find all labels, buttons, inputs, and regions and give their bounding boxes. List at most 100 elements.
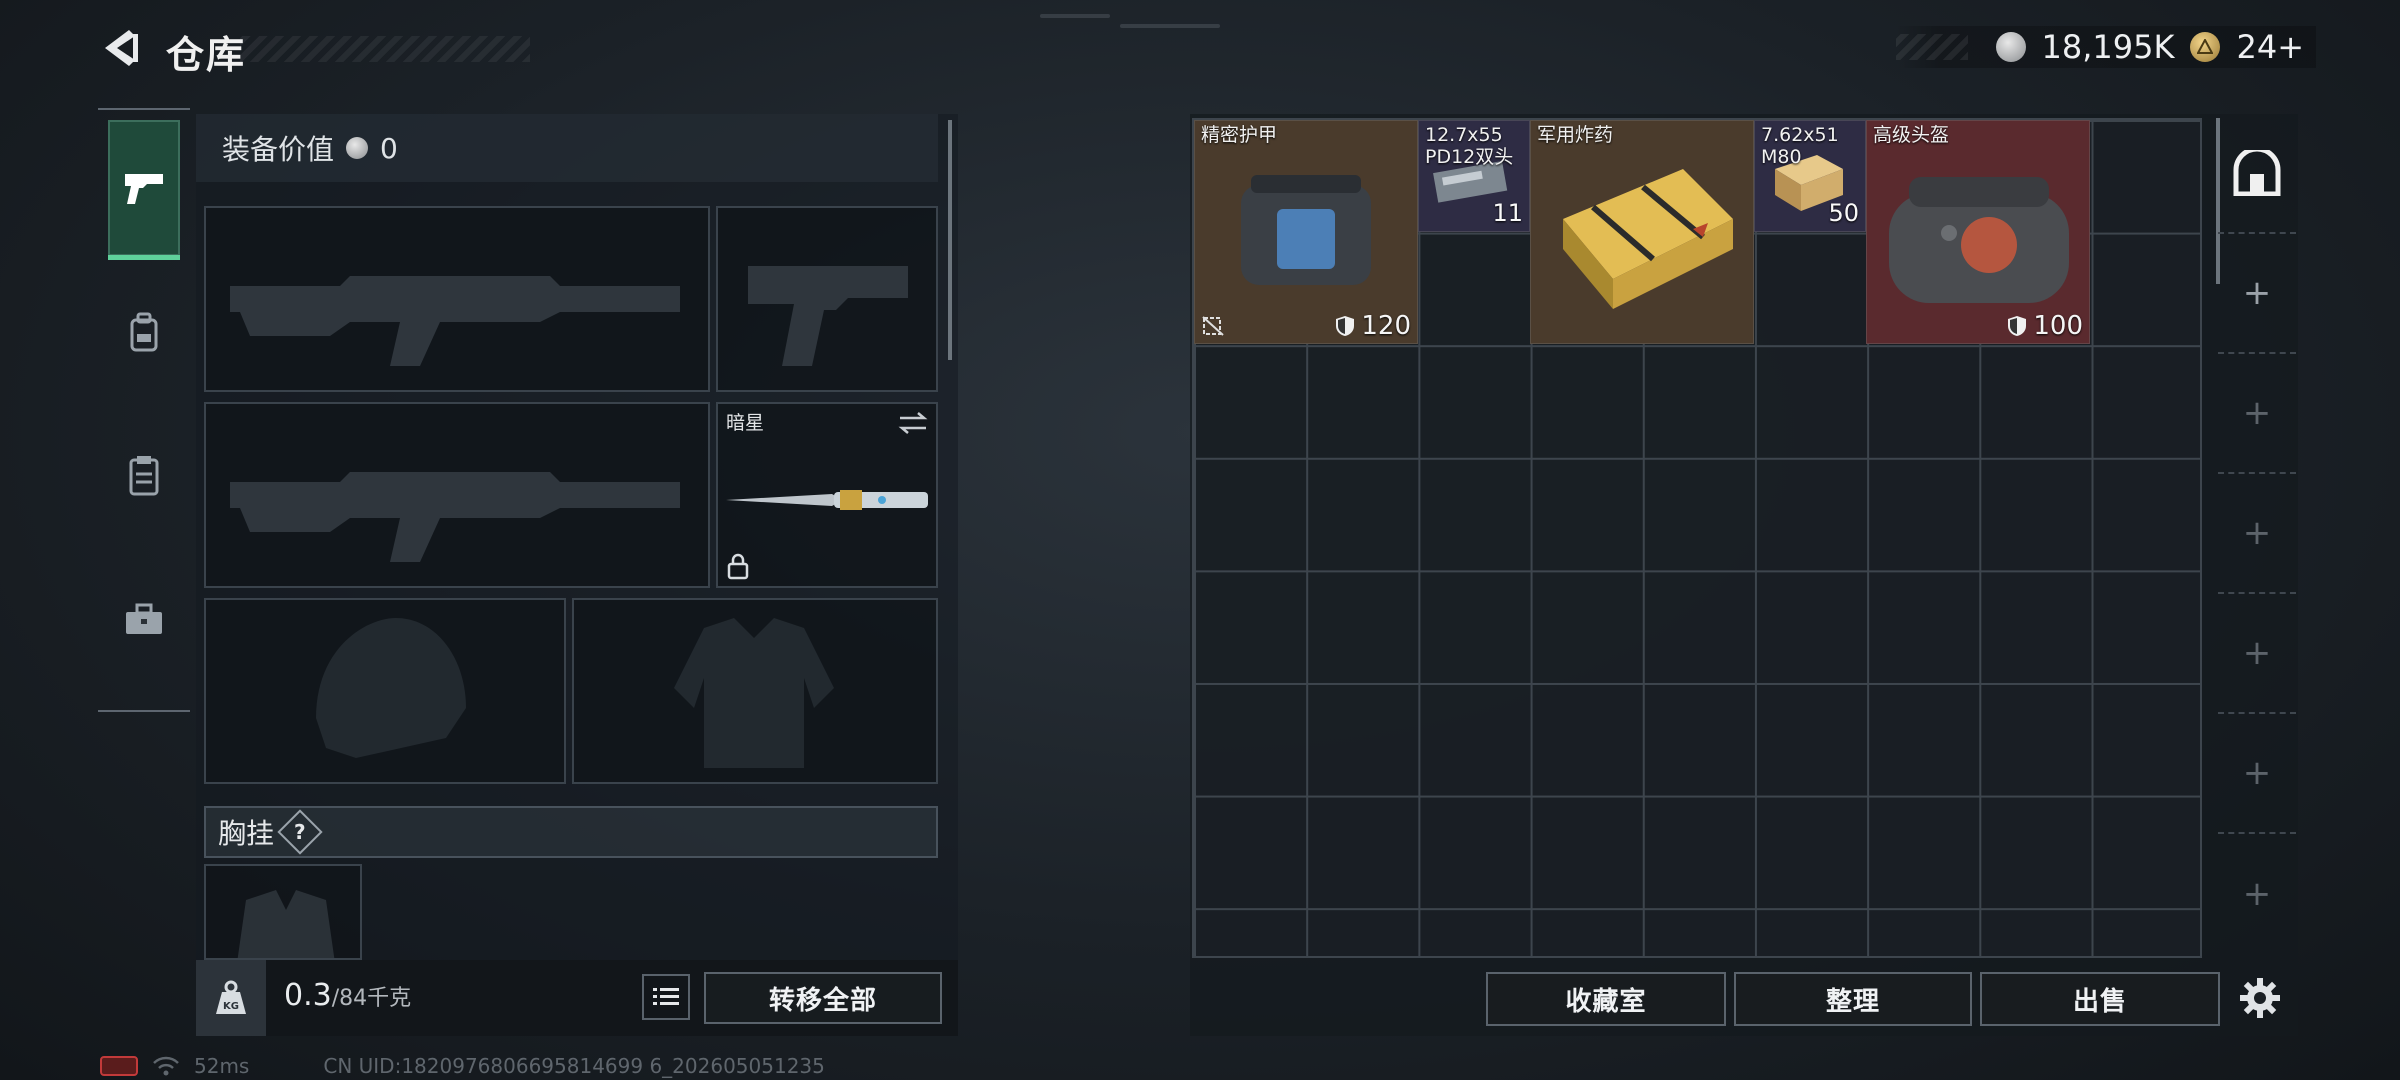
equipment-value: 装备价值 0 <box>196 114 938 182</box>
equip-value-label: 装备价值 <box>222 133 335 166</box>
add-container-button[interactable]: + <box>2218 594 2296 714</box>
gold-balance[interactable]: 24+ <box>2236 28 2304 66</box>
silver-coin-icon <box>346 137 369 159</box>
tab-divider <box>98 108 190 110</box>
list-view-button[interactable] <box>642 974 690 1020</box>
add-container-button[interactable]: + <box>2218 234 2296 354</box>
stash-item-ammo-762[interactable]: 7.62x51 M80 50 <box>1754 120 1866 232</box>
weight-current: 0.3 <box>284 978 332 1013</box>
collection-room-button[interactable]: 收藏室 <box>1486 972 1726 1026</box>
helmet-slot[interactable] <box>204 598 566 784</box>
wifi-icon <box>153 1056 179 1076</box>
tab-vest[interactable] <box>108 408 180 544</box>
loadout-bottom-bar: KG 0.3/84千克 转移全部 <box>196 960 958 1036</box>
back-button[interactable] <box>96 24 142 72</box>
background-streak <box>1120 24 1220 28</box>
category-tabs <box>98 108 190 712</box>
ping-value: 52ms <box>194 1054 250 1078</box>
armor-item-icon <box>1241 175 1371 285</box>
knife-icon <box>726 490 928 510</box>
gear-icon[interactable] <box>2238 976 2282 1020</box>
currency-decoration <box>1896 34 1968 60</box>
background-streak <box>1040 14 1110 18</box>
chest-rig-slot[interactable] <box>204 864 362 960</box>
stash-item-armor[interactable]: 精密护甲 120 <box>1194 120 1418 344</box>
chest-rig-header: 胸挂 ? <box>204 806 938 858</box>
page-title: 仓库 <box>166 33 247 77</box>
stash-item-explosives[interactable]: 军用炸药 <box>1530 120 1754 344</box>
chest-rig-silhouette-icon <box>237 890 335 958</box>
tab-backpack[interactable] <box>108 264 180 400</box>
gold-token-icon <box>2190 32 2221 62</box>
stash-panel: 精密护甲 120 12.7x55 PD12双头 11 军用炸药 7.62x51 … <box>1190 114 2298 1036</box>
plus-icon: + <box>2242 273 2272 313</box>
rifle-silhouette-icon <box>230 276 680 366</box>
sidearm-slot[interactable] <box>716 206 938 392</box>
status-bar: 52ms CN UID:1820976806695814699 6_202605… <box>100 1054 825 1078</box>
shield-icon <box>1336 316 1355 336</box>
safe-box-button[interactable] <box>2218 114 2296 234</box>
pistol-icon <box>125 174 163 204</box>
backpack-icon <box>130 312 158 352</box>
item-name: 军用炸药 <box>1537 124 1614 146</box>
transfer-all-button[interactable]: 转移全部 <box>704 972 942 1024</box>
user-uid: CN UID:1820976806695814699 6_20260505123… <box>323 1054 825 1078</box>
item-durability: 120 <box>1335 311 1411 341</box>
weight-icon: KG <box>196 960 266 1036</box>
shield-icon <box>2008 316 2027 336</box>
item-count: 11 <box>1492 199 1523 227</box>
add-container-button[interactable]: + <box>2218 714 2296 834</box>
add-container-button[interactable]: + <box>2218 474 2296 594</box>
add-container-button[interactable]: + <box>2218 834 2296 954</box>
plus-icon: + <box>2242 874 2272 914</box>
melee-name: 暗星 <box>726 412 765 434</box>
loadout-panel: 装备价值 0 暗星 胸挂 ? KG 0.3/84千克 转移全部 <box>196 114 958 1036</box>
chest-rig-label: 胸挂 <box>218 817 275 850</box>
briefcase-icon <box>126 603 162 634</box>
weight-capacity: /84千克 <box>331 986 412 1011</box>
list-icon <box>653 988 679 1005</box>
explosive-crate-icon <box>1563 169 1733 309</box>
lock-icon <box>727 553 749 580</box>
title-decoration <box>240 36 530 62</box>
silver-coin-icon <box>1995 32 2026 62</box>
organize-button[interactable]: 整理 <box>1734 972 1972 1026</box>
melee-slot[interactable]: 暗星 <box>716 402 938 588</box>
stash-grid[interactable]: 精密护甲 120 12.7x55 PD12双头 11 军用炸药 7.62x51 … <box>1192 118 2202 958</box>
add-container-button[interactable]: + <box>2218 354 2296 474</box>
tab-divider <box>98 710 190 712</box>
stash-item-helmet[interactable]: 高级头盔 100 <box>1866 120 2090 344</box>
tab-case[interactable] <box>108 552 180 688</box>
currency-bar: 18,195K 24+ <box>1896 26 2316 68</box>
plus-icon: + <box>2242 633 2272 673</box>
primary-weapon-slot[interactable] <box>204 206 710 392</box>
stash-side-column: + + + + + + <box>2218 114 2296 960</box>
item-durability: 100 <box>2007 311 2083 341</box>
swap-icon[interactable] <box>898 410 928 436</box>
silver-balance: 18,195K <box>2041 28 2175 66</box>
durability-value: 100 <box>2033 311 2083 341</box>
armor-silhouette-icon <box>674 618 834 768</box>
rifle-silhouette-icon <box>230 472 680 562</box>
sell-button[interactable]: 出售 <box>1980 972 2220 1026</box>
back-arrow-icon <box>105 30 138 66</box>
help-icon[interactable]: ? <box>277 809 323 855</box>
pistol-silhouette-icon <box>748 266 908 366</box>
helmet-silhouette-icon <box>316 618 466 758</box>
clipboard-icon <box>129 456 159 496</box>
item-name: 7.62x51 M80 <box>1761 124 1839 168</box>
safe-icon <box>2233 150 2281 196</box>
item-count: 50 <box>1828 199 1859 227</box>
help-mark: ? <box>294 819 306 844</box>
stash-item-ammo-127[interactable]: 12.7x55 PD12双头 11 <box>1418 120 1530 232</box>
loadout-scrollbar[interactable] <box>948 120 952 360</box>
durability-value: 120 <box>1361 311 1411 341</box>
weight-icon-text: KG <box>223 1001 239 1012</box>
plus-icon: + <box>2242 393 2272 433</box>
armor-slot[interactable] <box>572 598 938 784</box>
tab-weapons[interactable] <box>108 120 180 260</box>
battery-icon <box>100 1056 138 1076</box>
secondary-weapon-slot[interactable] <box>204 402 710 588</box>
equip-value-amount: 0 <box>380 131 398 165</box>
helmet-bag-icon <box>1889 177 2069 303</box>
